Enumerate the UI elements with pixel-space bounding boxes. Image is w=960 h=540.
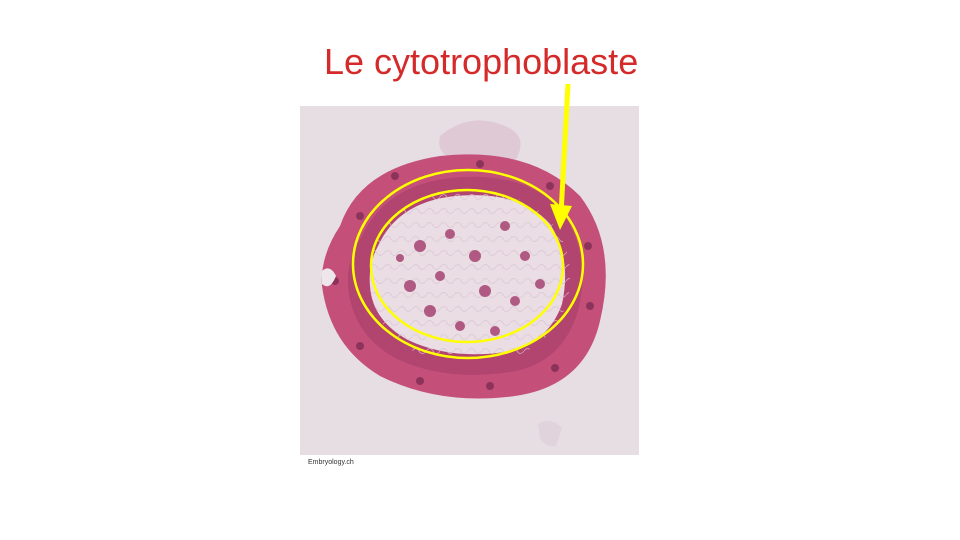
micrograph-image (300, 106, 639, 455)
slide: Le cytotrophoblaste Embryology.ch (0, 0, 960, 540)
slide-title: Le cytotrophoblaste (324, 41, 639, 82)
cavity-texture (370, 194, 570, 360)
image-credit: Embryology.ch (308, 459, 354, 466)
